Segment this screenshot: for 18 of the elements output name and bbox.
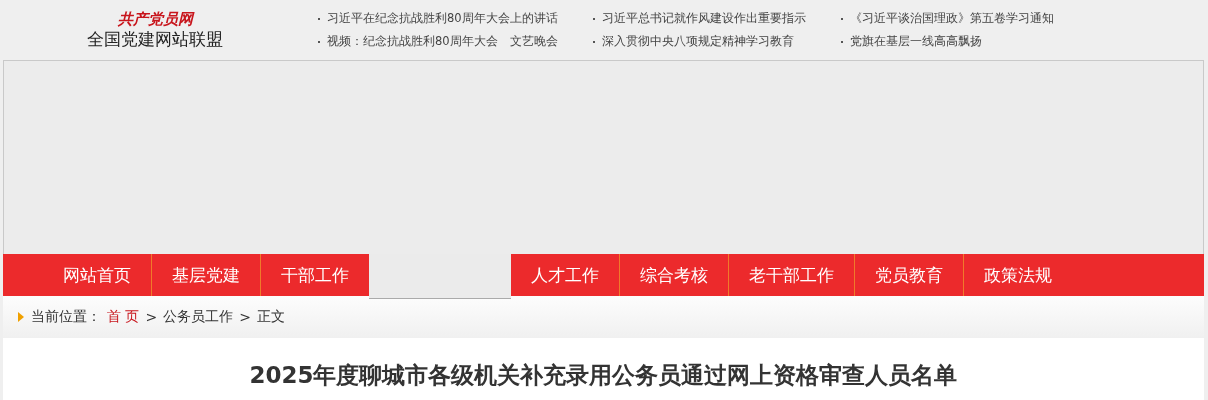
article-title: 2025年度聊城市各级机关补充录用公务员通过网上资格审查人员名单 (249, 361, 958, 390)
nav-item[interactable]: 网站首页 (43, 254, 151, 296)
headline-link[interactable]: 习近平总书记就作风建设作出重要指示 (593, 11, 841, 26)
arrow-icon (17, 311, 25, 323)
nav-item[interactable]: 人才工作 (511, 254, 619, 296)
headline-link[interactable]: 视频：纪念抗战胜利80周年大会 文艺晚会 (318, 34, 593, 49)
breadcrumb-link[interactable]: 首 页 (107, 308, 140, 326)
headline-link[interactable]: 党旗在基层一线高高飘扬 (841, 34, 1101, 49)
breadcrumb-label: 当前位置： (31, 308, 101, 326)
breadcrumb-link[interactable]: 公务员工作 (163, 308, 234, 326)
headline-link[interactable]: 习近平在纪念抗战胜利80周年大会上的讲话 (318, 11, 593, 26)
breadcrumb-separator: > (239, 309, 251, 325)
headline-link[interactable]: 《习近平谈治国理政》第五卷学习通知 (841, 11, 1101, 26)
breadcrumb-link[interactable]: 正文 (256, 308, 285, 326)
site-subtitle: 全国党建网站联盟 (87, 28, 223, 50)
site-logo[interactable]: 共产党员网 (117, 10, 193, 28)
breadcrumb-separator: > (145, 309, 158, 325)
headline-link[interactable]: 深入贯彻中央八项规定精神学习教育 (593, 34, 841, 49)
